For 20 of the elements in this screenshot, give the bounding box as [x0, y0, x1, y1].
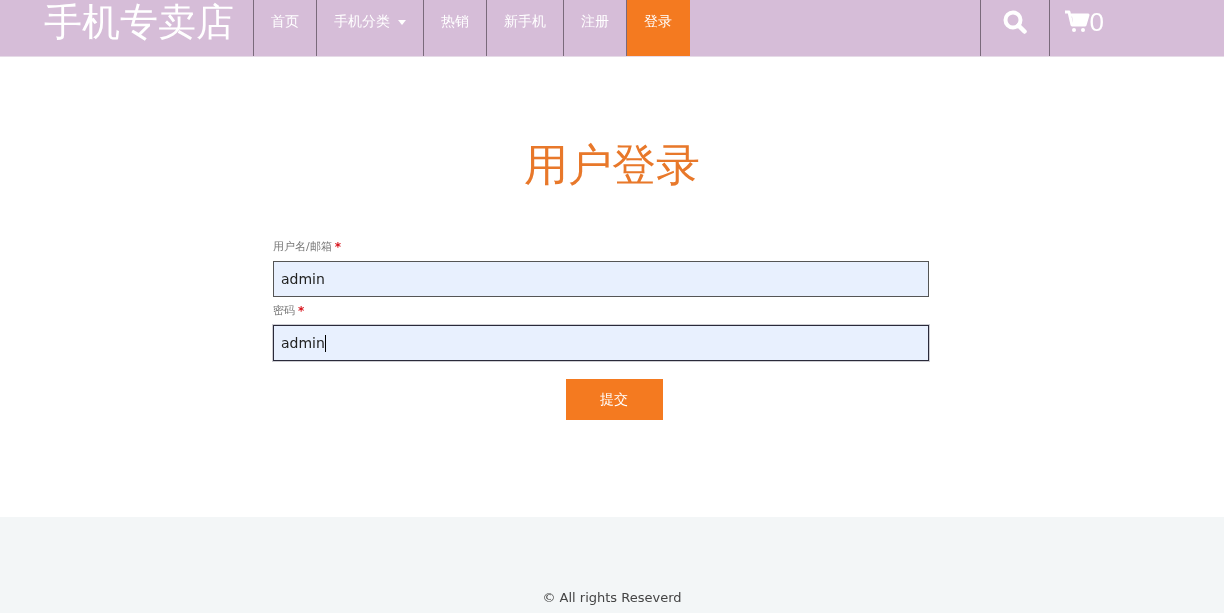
nav-tab[interactable]: 手机分类 [317, 0, 424, 56]
field-label: 用户名/邮箱 [273, 239, 332, 254]
nav-tab[interactable]: 新手机 [487, 0, 564, 56]
input-field[interactable]: admin [273, 325, 929, 361]
required-mark: * [298, 303, 305, 318]
field-label: 密码 [273, 303, 295, 318]
site-logo[interactable]: 手机专卖店 [0, 0, 253, 56]
input-field[interactable]: admin [273, 261, 929, 297]
cart-button[interactable]: 0 [1049, 0, 1224, 56]
cart-icon [1063, 10, 1090, 34]
page-title: 用户登录 [523, 138, 701, 192]
nav-tab[interactable]: 首页 [254, 0, 317, 56]
submit-button[interactable]: 提交 [565, 379, 663, 420]
cart-count: 0 [1089, 6, 1104, 38]
nav-tab[interactable]: 热销 [424, 0, 487, 56]
copyright-text: © All rights Reseverd [542, 590, 682, 605]
search-icon [1001, 9, 1028, 35]
search-button[interactable] [979, 0, 1050, 56]
nav-tab[interactable]: 登录 [627, 0, 690, 56]
required-mark: * [334, 239, 341, 254]
